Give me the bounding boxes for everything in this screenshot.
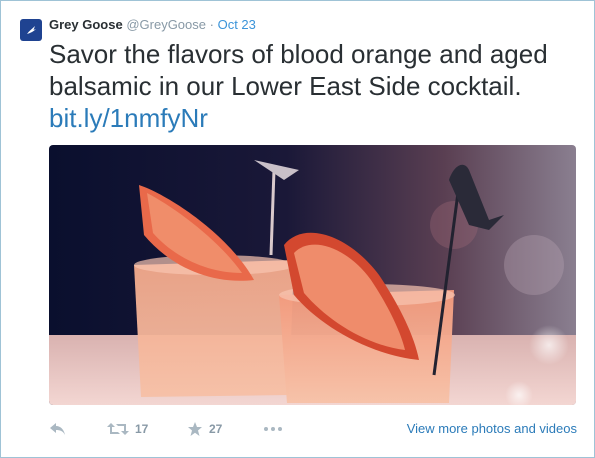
reply-button[interactable] xyxy=(49,417,67,441)
tweet-photo[interactable] xyxy=(49,145,576,405)
tweet-text-block: Savor the flavors of blood orange and ag… xyxy=(49,38,579,134)
retweet-button[interactable]: 17 xyxy=(107,417,148,441)
view-more-photos-link[interactable]: View more photos and videos xyxy=(407,421,577,436)
tweet-actions: 17 27 View more photos and videos xyxy=(49,417,579,441)
author-handle[interactable]: @GreyGoose xyxy=(126,17,206,32)
author-name[interactable]: Grey Goose xyxy=(49,17,123,32)
favorite-count: 27 xyxy=(209,422,223,436)
tweet-header: Grey Goose @GreyGoose · Oct 23 xyxy=(49,16,256,33)
more-button[interactable] xyxy=(263,417,283,441)
star-icon xyxy=(188,422,202,436)
tweet-card[interactable]: Grey Goose @GreyGoose · Oct 23 Savor the… xyxy=(0,0,595,458)
tweet-link[interactable]: bit.ly/1nmfyNr xyxy=(49,102,579,134)
goose-logo-icon xyxy=(27,26,36,34)
header-separator: · xyxy=(209,17,214,32)
cocktail-photo xyxy=(49,145,576,405)
more-dots-icon xyxy=(264,427,282,431)
retweet-icon xyxy=(107,423,129,435)
favorite-button[interactable]: 27 xyxy=(187,417,222,441)
avatar[interactable] xyxy=(20,19,42,41)
tweet-text: Savor the flavors of blood orange and ag… xyxy=(49,39,548,101)
retweet-count: 17 xyxy=(135,422,149,436)
reply-icon xyxy=(50,423,65,435)
tweet-date[interactable]: Oct 23 xyxy=(218,17,256,32)
